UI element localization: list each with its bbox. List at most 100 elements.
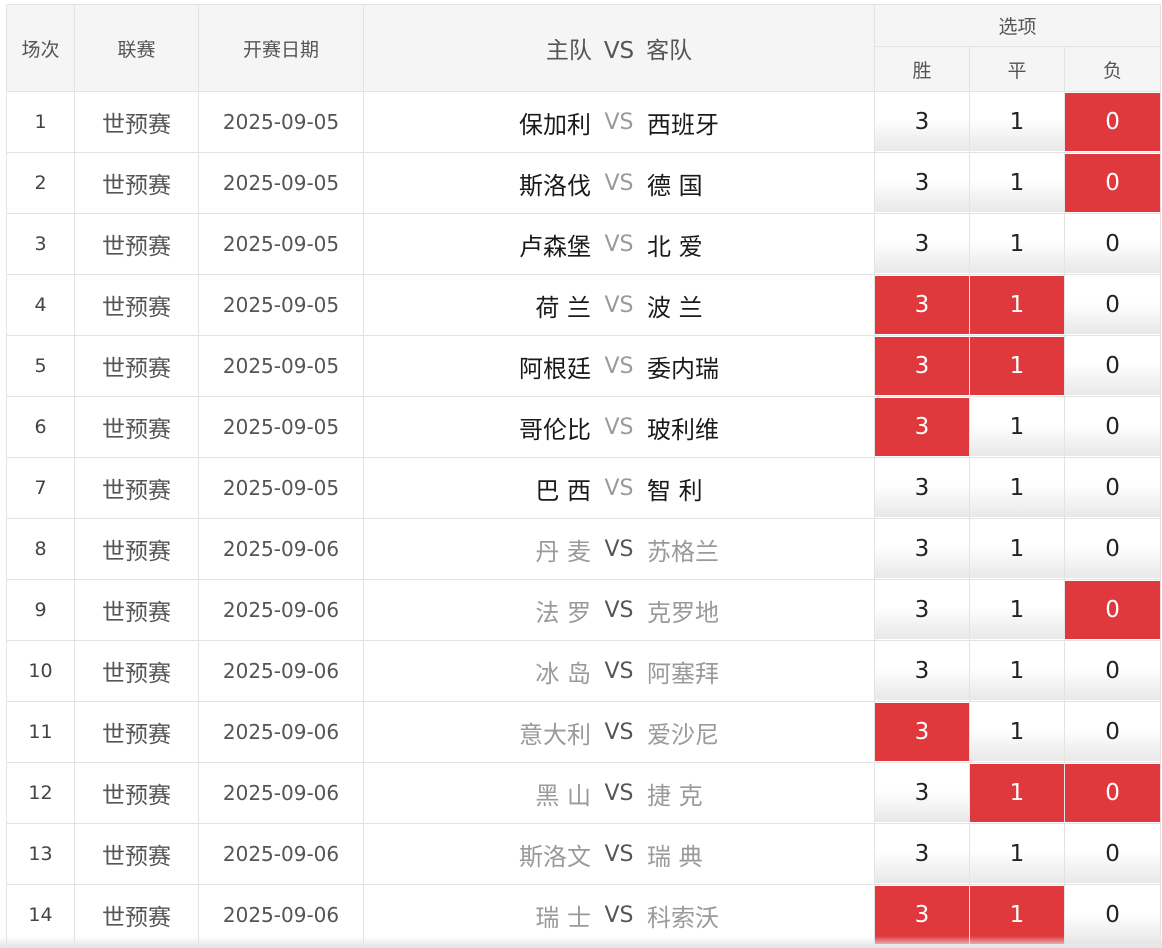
vs-separator: VS: [604, 170, 634, 196]
option-cell-draw: 1: [969, 762, 1065, 824]
option-cell-lose: 0: [1063, 335, 1162, 397]
option-cell-lose: 0: [1063, 396, 1162, 458]
home-team: 保加利: [519, 110, 591, 139]
header-opt-lose: 负: [1063, 46, 1162, 92]
option-cell-lose: 0: [1063, 152, 1162, 214]
option-draw-button[interactable]: 1: [970, 398, 1064, 456]
option-win-button[interactable]: 3: [875, 703, 969, 761]
match-teams: 冰 岛 VS 阿塞拜: [363, 640, 875, 702]
option-win-button[interactable]: 3: [875, 764, 969, 822]
table-row: 3 世预赛 2025-09-05 卢森堡 VS 北 爱310: [6, 213, 1162, 275]
vs-separator: VS: [604, 902, 634, 928]
table-header: 场次 联赛 开赛日期 主队 VS 客队 选项 胜 平 负: [6, 4, 1162, 92]
option-lose-button[interactable]: 0: [1065, 215, 1160, 273]
home-team: 斯洛伐: [519, 171, 591, 200]
option-lose-button[interactable]: 0: [1065, 337, 1160, 395]
option-lose-button[interactable]: 0: [1065, 154, 1160, 212]
option-cell-win: 3: [874, 762, 970, 824]
header-home: 主队: [545, 38, 592, 64]
away-team: 智 利: [647, 476, 703, 505]
option-cell-win: 3: [874, 701, 970, 763]
option-win-button[interactable]: 3: [875, 276, 969, 334]
home-team: 斯洛文: [519, 842, 591, 871]
away-team: 捷 克: [647, 781, 703, 810]
option-win-button[interactable]: 3: [875, 581, 969, 639]
home-team: 意大利: [519, 720, 591, 749]
option-lose-button[interactable]: 0: [1065, 642, 1160, 700]
option-win-button[interactable]: 3: [875, 642, 969, 700]
option-cell-win: 3: [874, 274, 970, 336]
option-draw-button[interactable]: 1: [970, 642, 1064, 700]
match-date: 2025-09-06: [198, 701, 364, 763]
option-win-button[interactable]: 3: [875, 93, 969, 151]
match-date: 2025-09-06: [198, 518, 364, 580]
option-win-button[interactable]: 3: [875, 520, 969, 578]
option-lose-button[interactable]: 0: [1065, 276, 1160, 334]
option-draw-button[interactable]: 1: [970, 154, 1064, 212]
match-teams: 荷 兰 VS 波 兰: [363, 274, 875, 336]
option-lose-button[interactable]: 0: [1065, 520, 1160, 578]
option-draw-button[interactable]: 1: [970, 215, 1064, 273]
match-number: 5: [6, 335, 75, 397]
option-lose-button[interactable]: 0: [1065, 703, 1160, 761]
match-teams: 斯洛伐 VS 德 国: [363, 152, 875, 214]
option-cell-lose: 0: [1063, 91, 1162, 153]
scroll-shadow: [0, 936, 1162, 948]
away-team: 爱沙尼: [647, 720, 719, 749]
table-body: 1 世预赛 2025-09-05 保加利 VS 西班牙 3 1 0 2 世预赛 2025-09-05 斯…: [6, 91, 1162, 946]
option-cell-draw: 1: [969, 579, 1065, 641]
away-team: 阿塞拜: [647, 659, 719, 688]
option-draw-button[interactable]: 1: [970, 703, 1064, 761]
table-row: 12 世预赛 2025-09-06 黑 山 VS 捷 克 310: [6, 762, 1162, 824]
league-name: 世预赛: [74, 274, 199, 336]
option-draw-button[interactable]: 1: [970, 276, 1064, 334]
vs-separator: VS: [604, 780, 634, 806]
vs-separator: VS: [604, 719, 634, 745]
option-draw-button[interactable]: 1: [970, 337, 1064, 395]
option-draw-button[interactable]: 1: [970, 459, 1064, 517]
away-team: 克罗地: [647, 598, 719, 627]
option-cell-win: 3: [874, 579, 970, 641]
league-name: 世预赛: [74, 823, 199, 885]
option-win-button[interactable]: 3: [875, 825, 969, 883]
option-cell-lose: 0: [1063, 518, 1162, 580]
option-win-button[interactable]: 3: [875, 215, 969, 273]
option-lose-button[interactable]: 0: [1065, 825, 1160, 883]
option-lose-button[interactable]: 0: [1065, 581, 1160, 639]
match-date: 2025-09-06: [198, 823, 364, 885]
option-draw-button[interactable]: 1: [970, 764, 1064, 822]
option-win-button[interactable]: 3: [875, 154, 969, 212]
table-row: 8 世预赛 2025-09-06 丹 麦 VS 苏格兰 3 1 0: [6, 518, 1162, 580]
match-number: 4: [6, 274, 75, 336]
option-lose-button[interactable]: 0: [1065, 93, 1160, 151]
match-number: 9: [6, 579, 75, 641]
vs-separator: VS: [604, 536, 634, 562]
option-draw-button[interactable]: 1: [970, 93, 1064, 151]
option-win-button[interactable]: 3: [875, 337, 969, 395]
match-number: 7: [6, 457, 75, 519]
option-draw-button[interactable]: 1: [970, 520, 1064, 578]
table-row: 11 世预赛 2025-09-06 意大利 VS 爱沙尼 3 1 0: [6, 701, 1162, 763]
option-win-button[interactable]: 3: [875, 398, 969, 456]
vs-separator: VS: [604, 292, 634, 318]
league-name: 世预赛: [74, 518, 199, 580]
option-cell-draw: 1: [969, 823, 1065, 885]
option-lose-button[interactable]: 0: [1065, 459, 1160, 517]
option-draw-button[interactable]: 1: [970, 825, 1064, 883]
match-teams: 黑 山 VS 捷 克: [363, 762, 875, 824]
away-team: 北 爱: [647, 232, 703, 261]
header-options: 选项: [873, 4, 1162, 47]
option-lose-button[interactable]: 0: [1065, 398, 1160, 456]
option-draw-button[interactable]: 1: [970, 581, 1064, 639]
match-table: 场次 联赛 开赛日期 主队 VS 客队 选项 胜 平 负 1 世预赛 2025-09-0…: [6, 4, 1162, 946]
away-team: 瑞 典: [647, 842, 703, 871]
header-date: 开赛日期: [198, 4, 364, 92]
league-name: 世预赛: [74, 579, 199, 641]
match-number: 12: [6, 762, 75, 824]
option-cell-lose: 0: [1063, 579, 1162, 641]
option-win-button[interactable]: 3: [875, 459, 969, 517]
header-away: 客队: [646, 38, 693, 64]
match-number: 10: [6, 640, 75, 702]
option-lose-button[interactable]: 0: [1065, 764, 1160, 822]
home-team: 阿根廷: [519, 354, 591, 383]
